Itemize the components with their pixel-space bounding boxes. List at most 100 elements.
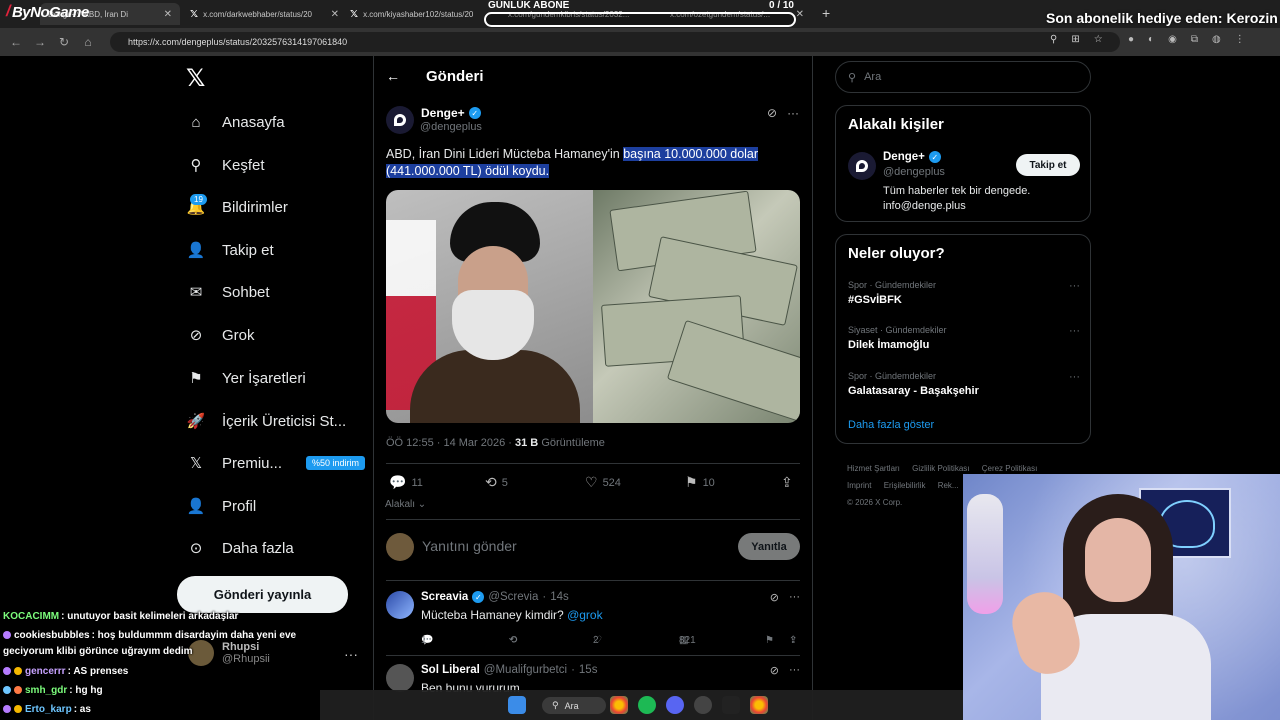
close-icon[interactable]: ✕ [796, 9, 804, 20]
nav-item-9[interactable]: 👤 Profil [186, 491, 257, 521]
nav-item-10[interactable]: ⊙ Daha fazla [186, 533, 294, 563]
repost-button[interactable]: ⟲ 5 [485, 474, 508, 491]
install-icon[interactable]: ⊞ [1071, 34, 1079, 45]
extension-icon[interactable]: ● [1128, 34, 1134, 45]
footer-link[interactable]: Hizmet Şartları [847, 464, 900, 473]
reply-input[interactable]: Yanıtını gönder [422, 538, 517, 554]
reload-icon[interactable]: ↻ [52, 35, 76, 49]
share-button[interactable]: ⇪ [781, 474, 793, 491]
more-icon[interactable]: ··· [1069, 325, 1080, 337]
reply-item[interactable]: Screavia ✓ @Screvia · 14s ⊘ ··· Mücteba H… [386, 591, 800, 651]
bookmark-icon: ⚑ [765, 635, 774, 646]
footer-link[interactable]: Erişilebilirlik [884, 481, 926, 490]
windows-start-icon[interactable] [508, 696, 526, 714]
reply-sort-dropdown[interactable]: Alakalı ⌄ [385, 499, 426, 510]
steam-icon[interactable] [694, 696, 712, 714]
account-switcher[interactable]: Rhupsi @Rhupsii [188, 640, 270, 666]
extension-icon[interactable]: ◐ [1148, 34, 1154, 45]
reply-button[interactable]: 💬 1 [421, 635, 433, 646]
zoom-icon[interactable]: ⚲ [1050, 34, 1057, 45]
repost-icon: ⟲ [485, 474, 497, 490]
nav-item-7[interactable]: 🚀 İçerik Üreticisi St... [186, 406, 347, 436]
footer-link[interactable]: Imprint [847, 481, 871, 490]
footer-link[interactable]: Gizlilik Politikası [912, 464, 969, 473]
post-author-name[interactable]: Denge+ ✓ [421, 106, 481, 120]
grok-icon[interactable]: ⊘ [770, 664, 779, 677]
extension-icon[interactable]: ◉ [1168, 34, 1177, 45]
reply-button[interactable]: 💬 11 [389, 474, 423, 491]
back-icon[interactable]: ← [4, 35, 28, 49]
reply-button[interactable]: Yanıtla [738, 533, 800, 560]
post-button[interactable]: Gönderi yayınla [177, 576, 348, 613]
puzzle-icon[interactable]: ⧉ [1191, 34, 1198, 45]
footer-link[interactable]: Rek... [938, 481, 959, 490]
profile-icon[interactable]: ◍ [1212, 34, 1221, 45]
more-icon[interactable]: ··· [787, 106, 799, 120]
more-circle-icon: ⊙ [189, 540, 203, 557]
bookmark-button[interactable]: ⚑ 10 [685, 474, 715, 491]
share-button[interactable]: ⇪ [789, 635, 797, 646]
footer-link[interactable]: Çerez Politikası [982, 464, 1038, 473]
home-icon[interactable]: ⌂ [76, 35, 100, 49]
grok-icon[interactable]: ⊘ [767, 106, 777, 120]
post-media[interactable] [386, 190, 800, 423]
more-icon[interactable]: ··· [789, 591, 800, 604]
more-icon[interactable]: ··· [1069, 280, 1080, 292]
close-icon[interactable]: ✕ [164, 9, 172, 20]
account-handle: @Rhupsii [222, 653, 270, 665]
more-icon[interactable]: ··· [344, 646, 358, 662]
more-icon[interactable]: ··· [1069, 371, 1080, 383]
close-icon[interactable]: ✕ [331, 9, 339, 20]
x-logo-icon[interactable]: 𝕏 [186, 64, 205, 93]
nav-item-8[interactable]: 𝕏 Premiu... %50 indirim [186, 448, 366, 478]
like-button[interactable]: ♡ 524 [585, 474, 621, 491]
back-arrow-icon[interactable]: ← [386, 68, 400, 84]
dollar-bills-image[interactable] [593, 190, 800, 423]
search-input[interactable]: ⚲ Ara [835, 61, 1091, 93]
nav-item-4[interactable]: ✉ Sohbet [186, 277, 270, 307]
chat-message: KOCACIMM: unutuyor basit kelimeleri arka… [3, 611, 238, 622]
portrait-image[interactable] [386, 190, 593, 423]
nav-item-0[interactable]: ⌂ Anasayfa [186, 107, 284, 137]
show-more-link[interactable]: Daha fazla göster [848, 419, 934, 431]
column-divider [373, 56, 374, 720]
reply-count: 1 [421, 635, 427, 646]
app-icon[interactable] [722, 696, 740, 714]
post-text-plain: ABD, İran Dini Lideri Mücteba Hamaney'in [386, 147, 624, 161]
browser-tab[interactable]: 𝕏 x.com/darkwebhaber/status/20 ✕ [182, 3, 347, 25]
nav-item-1[interactable]: ⚲ Keşfet [186, 150, 265, 180]
browser-tab[interactable]: 𝕏 x.com/kiyashaber102/status/20 [342, 3, 497, 25]
avatar[interactable] [848, 152, 876, 180]
repost-button[interactable]: ⟲ [509, 635, 517, 646]
forward-icon[interactable]: → [28, 35, 52, 49]
spotify-icon[interactable] [638, 696, 656, 714]
taskbar-search[interactable]: ⚲ Ara [542, 697, 606, 714]
verified-badge-icon: ✓ [928, 151, 941, 163]
mention-link[interactable]: @grok [567, 608, 603, 622]
related-handle[interactable]: @dengeplus [883, 166, 945, 178]
post-author-handle[interactable]: @dengeplus [420, 121, 482, 133]
chrome-icon[interactable] [610, 696, 628, 714]
discord-icon[interactable] [666, 696, 684, 714]
more-icon[interactable]: ··· [789, 664, 800, 677]
views-button[interactable]: ▥ 821 [679, 635, 696, 646]
nav-item-6[interactable]: ⚑ Yer İşaretleri [186, 363, 305, 393]
chrome-icon[interactable] [750, 696, 768, 714]
nav-item-3[interactable]: 👤 Takip et [186, 235, 274, 265]
trend-item[interactable]: Spor · Gündemdekiler #GSvİBFK ··· [848, 280, 1080, 306]
grok-icon[interactable]: ⊘ [770, 591, 779, 604]
related-name[interactable]: Denge+ ✓ [883, 151, 941, 163]
like-button[interactable]: ♡ 2 [593, 635, 602, 646]
trend-item[interactable]: Spor · Gündemdekiler Galatasaray - Başak… [848, 371, 1080, 397]
reply-author-name: Screavia [421, 591, 469, 603]
avatar[interactable] [386, 106, 414, 134]
star-icon[interactable]: ☆ [1094, 34, 1103, 45]
url-field[interactable]: https://x.com/dengeplus/status/203257631… [110, 32, 1120, 52]
follow-button[interactable]: Takip et [1016, 154, 1080, 176]
menu-icon[interactable]: ⋮ [1235, 34, 1245, 45]
bookmark-button[interactable]: ⚑ [765, 635, 774, 646]
trend-item[interactable]: Siyaset · Gündemdekiler Dilek İmamoğlu ·… [848, 325, 1080, 351]
search-icon: ⚲ [848, 71, 857, 84]
nav-item-5[interactable]: ⊘ Grok [186, 320, 255, 350]
new-tab-button[interactable]: + [822, 5, 830, 21]
